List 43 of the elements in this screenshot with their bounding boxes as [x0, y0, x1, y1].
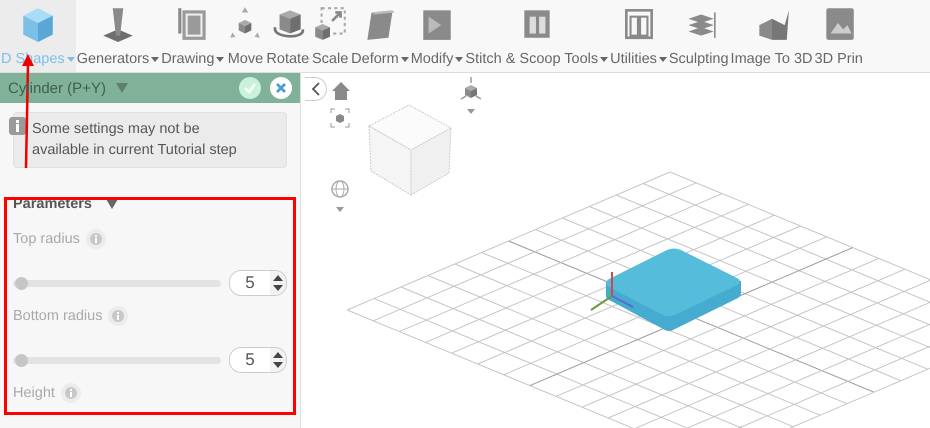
section-title: Parameters	[13, 196, 92, 212]
dropdown-triangle-icon[interactable]	[116, 83, 128, 93]
parameter-label: Top radius	[13, 231, 80, 247]
close-icon	[275, 82, 287, 94]
parameter-label: Height	[13, 385, 55, 401]
toolbar-button[interactable]: Image To 3D	[730, 0, 814, 72]
toolbar-button[interactable]: Scale	[310, 0, 350, 72]
toolbar-button[interactable]: 3D Prin	[814, 0, 864, 72]
close-button[interactable]	[270, 77, 292, 99]
home-icon[interactable]	[331, 81, 351, 101]
caret-icon	[600, 56, 608, 62]
toolbar-button[interactable]: Modify	[410, 0, 464, 72]
toolbar-button[interactable]: Move	[225, 0, 266, 72]
toolbar-button[interactable]: Sculpting	[668, 0, 730, 72]
parameter-label: Bottom radius	[13, 308, 102, 324]
toolbar-button[interactable]: Rotate	[265, 0, 310, 72]
caret-icon	[216, 56, 224, 62]
slider-track[interactable]	[13, 356, 221, 364]
collapse-panel-button[interactable]	[305, 77, 327, 101]
chevron-left-icon	[310, 82, 320, 96]
caret-icon	[658, 56, 667, 62]
box-model[interactable]	[606, 248, 741, 331]
info-icon	[9, 117, 26, 135]
check-icon	[243, 81, 257, 95]
spinner-arrows-icon[interactable]	[270, 271, 286, 295]
caret-icon	[400, 56, 409, 62]
notice-text: Some settings may not be available in current Tutorial step	[32, 121, 237, 158]
slider-track[interactable]	[13, 280, 221, 286]
view-cube[interactable]	[368, 104, 452, 196]
caret-icon	[66, 56, 75, 62]
fit-view-icon[interactable]	[330, 108, 350, 128]
caret-icon	[151, 56, 160, 62]
caret-icon	[455, 56, 464, 62]
toolbar-button[interactable]: Utilities	[609, 0, 668, 72]
toolbar-button[interactable]: Deform	[350, 0, 410, 72]
confirm-button[interactable]	[239, 77, 261, 99]
axis-gizmo	[590, 272, 634, 311]
collapse-triangle-icon[interactable]	[106, 199, 118, 209]
toolbar-button[interactable]: Drawing	[160, 0, 226, 72]
toolbar-button[interactable]: Stitch & Scoop Tools	[464, 0, 610, 72]
spinner-arrows-icon[interactable]	[270, 348, 286, 372]
toolbar-button[interactable]: Generators	[76, 0, 160, 72]
globe-icon[interactable]	[330, 180, 350, 214]
